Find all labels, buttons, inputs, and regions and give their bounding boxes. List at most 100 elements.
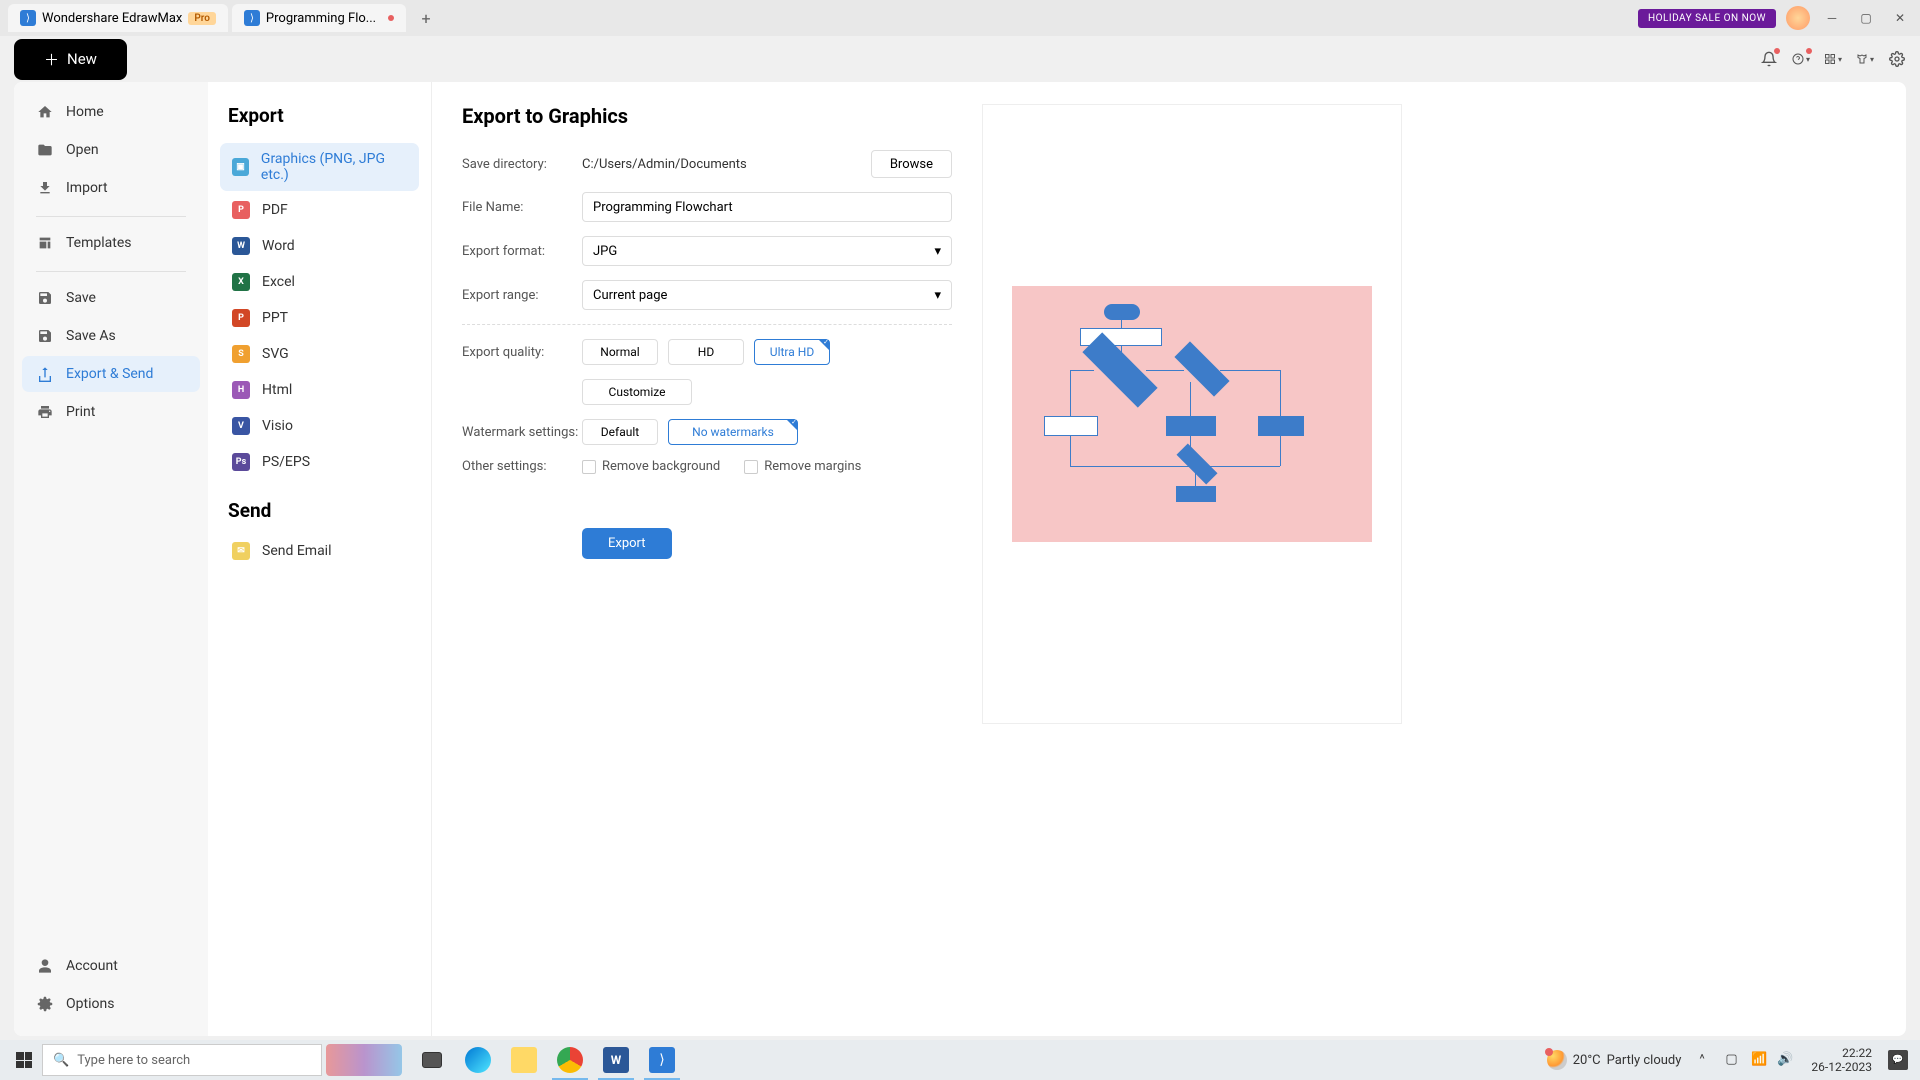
account-icon: [36, 957, 54, 975]
notification-icon[interactable]: [1760, 50, 1778, 68]
task-edge[interactable]: [456, 1040, 500, 1080]
task-explorer[interactable]: [502, 1040, 546, 1080]
range-select[interactable]: Current page ▾: [582, 280, 952, 310]
nav-account[interactable]: Account: [22, 948, 200, 984]
fmt-word[interactable]: W Word: [220, 229, 419, 263]
fmt-graphics[interactable]: ▣ Graphics (PNG, JPG etc.): [220, 143, 419, 191]
flowchart-connector: [1280, 370, 1281, 416]
left-nav: Home Open Import Templates Save Save As …: [14, 82, 208, 1036]
task-view-button[interactable]: [410, 1040, 454, 1080]
range-value: Current page: [593, 288, 667, 303]
quality-label: Export quality:: [462, 345, 582, 360]
avatar[interactable]: [1786, 6, 1810, 30]
nav-import-label: Import: [66, 180, 108, 196]
flowchart-connector: [1121, 320, 1122, 328]
fmt-visio[interactable]: V Visio: [220, 409, 419, 443]
remove-margins-label: Remove margins: [764, 459, 861, 474]
tray-wifi-icon[interactable]: 📶: [1751, 1052, 1767, 1068]
ppt-icon: P: [232, 309, 250, 327]
nav-account-label: Account: [66, 958, 118, 974]
nav-print[interactable]: Print: [22, 394, 200, 430]
tray-volume-icon[interactable]: 🔊: [1777, 1052, 1793, 1068]
nav-templates[interactable]: Templates: [22, 225, 200, 261]
nav-save-as[interactable]: Save As: [22, 318, 200, 354]
holiday-sale-badge[interactable]: HOLIDAY SALE ON NOW: [1638, 9, 1776, 28]
export-icon: [36, 365, 54, 383]
weather-temp: 20°C: [1573, 1053, 1601, 1068]
task-edrawmax[interactable]: ⟩: [640, 1040, 684, 1080]
task-chrome[interactable]: [548, 1040, 592, 1080]
settings-form: Export to Graphics Save directory: C:/Us…: [462, 104, 952, 1014]
format-select[interactable]: JPG ▾: [582, 236, 952, 266]
close-button[interactable]: ✕: [1888, 6, 1912, 30]
minimize-button[interactable]: ─: [1820, 6, 1844, 30]
add-tab-button[interactable]: +: [414, 6, 438, 30]
fmt-ps[interactable]: Ps PS/EPS: [220, 445, 419, 479]
task-word[interactable]: W: [594, 1040, 638, 1080]
tab-app[interactable]: ⟩ Wondershare EdrawMax Pro: [8, 4, 228, 32]
help-icon[interactable]: ▾: [1792, 50, 1810, 68]
format-label: Export format:: [462, 244, 582, 259]
nav-save[interactable]: Save: [22, 280, 200, 316]
grid-icon[interactable]: ▾: [1824, 50, 1842, 68]
html-icon: H: [232, 381, 250, 399]
weather-widget[interactable]: 20°C Partly cloudy: [1547, 1050, 1682, 1070]
main-area: Home Open Import Templates Save Save As …: [14, 82, 1906, 1036]
fmt-svg[interactable]: S SVG: [220, 337, 419, 371]
ps-icon: Ps: [232, 453, 250, 471]
export-button[interactable]: Export: [582, 528, 672, 559]
nav-home[interactable]: Home: [22, 94, 200, 130]
divider: [462, 324, 952, 325]
settings-icon[interactable]: [1888, 50, 1906, 68]
doc-tab-label: Programming Flo...: [266, 11, 376, 26]
titlebar: ⟩ Wondershare EdrawMax Pro ⟩ Programming…: [0, 0, 1920, 36]
maximize-button[interactable]: ▢: [1854, 6, 1878, 30]
edrawmax-icon: ⟩: [20, 10, 36, 26]
fmt-send-email[interactable]: ✉ Send Email: [220, 534, 419, 568]
send-title: Send: [228, 499, 419, 522]
fmt-ppt[interactable]: P PPT: [220, 301, 419, 335]
tray-meet-now-icon[interactable]: ▢: [1725, 1052, 1741, 1068]
clock[interactable]: 22:22 26-12-2023: [1811, 1046, 1872, 1075]
quality-uhd-button[interactable]: Ultra HD: [754, 339, 830, 365]
nav-export-send[interactable]: Export & Send: [22, 356, 200, 392]
taskbar-decoration-icon[interactable]: [326, 1044, 402, 1076]
flowchart-connector: [1121, 346, 1122, 360]
notification-center-icon[interactable]: 💬: [1888, 1050, 1908, 1070]
tab-document[interactable]: ⟩ Programming Flo...: [232, 4, 406, 32]
search-box[interactable]: 🔍 Type here to search: [42, 1044, 322, 1076]
fmt-html[interactable]: H Html: [220, 373, 419, 407]
chevron-down-icon: ▾: [934, 288, 941, 303]
home-icon: [36, 103, 54, 121]
fmt-visio-label: Visio: [262, 418, 293, 434]
quality-normal-button[interactable]: Normal: [582, 339, 658, 365]
watermark-default-button[interactable]: Default: [582, 419, 658, 445]
new-button[interactable]: ＋ New: [14, 39, 127, 80]
windows-icon: [16, 1052, 32, 1068]
remove-margins-checkbox[interactable]: [744, 460, 758, 474]
flowchart-connector: [1190, 436, 1191, 458]
fmt-excel[interactable]: X Excel: [220, 265, 419, 299]
watermark-none-button[interactable]: No watermarks: [668, 419, 798, 445]
customize-button[interactable]: Customize: [582, 379, 692, 405]
file-name-input[interactable]: [582, 192, 952, 222]
export-title: Export: [220, 104, 419, 127]
browse-button[interactable]: Browse: [871, 150, 952, 178]
nav-templates-label: Templates: [66, 235, 132, 251]
nav-options[interactable]: Options: [22, 986, 200, 1022]
save-dir-label: Save directory:: [462, 157, 582, 172]
print-icon: [36, 403, 54, 421]
new-label: New: [67, 50, 97, 68]
nav-open[interactable]: Open: [22, 132, 200, 168]
quality-hd-button[interactable]: HD: [668, 339, 744, 365]
remove-bg-checkbox[interactable]: [582, 460, 596, 474]
start-button[interactable]: [6, 1042, 42, 1078]
flowchart-connector: [1070, 436, 1071, 466]
flowchart-connector: [1070, 370, 1094, 371]
tray-chevron-up-icon[interactable]: ^: [1699, 1052, 1715, 1068]
shirt-icon[interactable]: ▾: [1856, 50, 1874, 68]
preview-box: [982, 104, 1402, 724]
fmt-pdf[interactable]: P PDF: [220, 193, 419, 227]
nav-import[interactable]: Import: [22, 170, 200, 206]
format-value: JPG: [593, 244, 617, 259]
